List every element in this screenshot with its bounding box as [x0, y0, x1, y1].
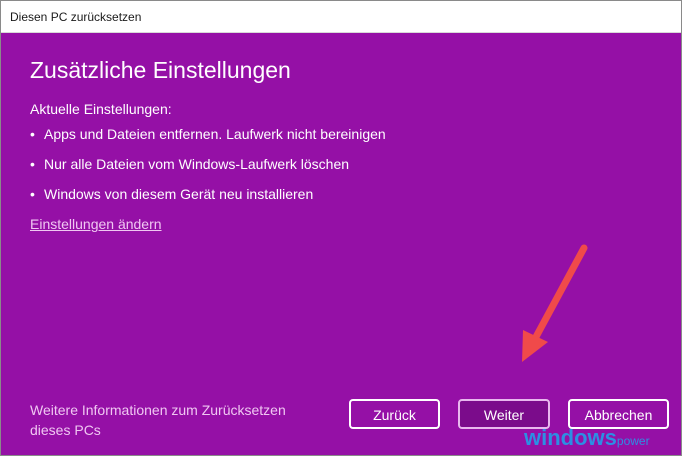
setting-text: Apps und Dateien entfernen. Laufwerk nic… [44, 126, 386, 142]
watermark-suffix: power [616, 434, 650, 448]
more-info-link[interactable]: Weitere Informationen zum Zurücksetzen d… [30, 400, 330, 440]
window-title: Diesen PC zurücksetzen [10, 10, 142, 24]
windowspower-watermark: windowspower [524, 425, 650, 451]
setting-text: Windows von diesem Gerät neu installiere… [44, 186, 314, 202]
watermark-brand: windows [524, 425, 617, 450]
list-item: • Windows von diesem Gerät neu installie… [30, 184, 386, 214]
current-settings-list: • Apps und Dateien entfernen. Laufwerk n… [30, 124, 386, 214]
current-settings-label: Aktuelle Einstellungen: [30, 101, 172, 117]
list-item: • Nur alle Dateien vom Windows-Laufwerk … [30, 154, 386, 184]
bullet-icon: • [30, 156, 35, 172]
bullet-icon: • [30, 186, 35, 202]
change-settings-link[interactable]: Einstellungen ändern [30, 216, 162, 232]
setting-text: Nur alle Dateien vom Windows-Laufwerk lö… [44, 156, 350, 172]
title-bar: Diesen PC zurücksetzen [1, 1, 681, 33]
page-title: Zusätzliche Einstellungen [30, 57, 291, 83]
back-button[interactable]: Zurück [349, 399, 440, 429]
bullet-icon: • [30, 126, 35, 142]
list-item: • Apps und Dateien entfernen. Laufwerk n… [30, 124, 386, 154]
dialog-content: Zusätzliche Einstellungen Aktuelle Einst… [1, 33, 681, 455]
reset-pc-dialog: Diesen PC zurücksetzen Zusätzliche Einst… [0, 0, 682, 456]
